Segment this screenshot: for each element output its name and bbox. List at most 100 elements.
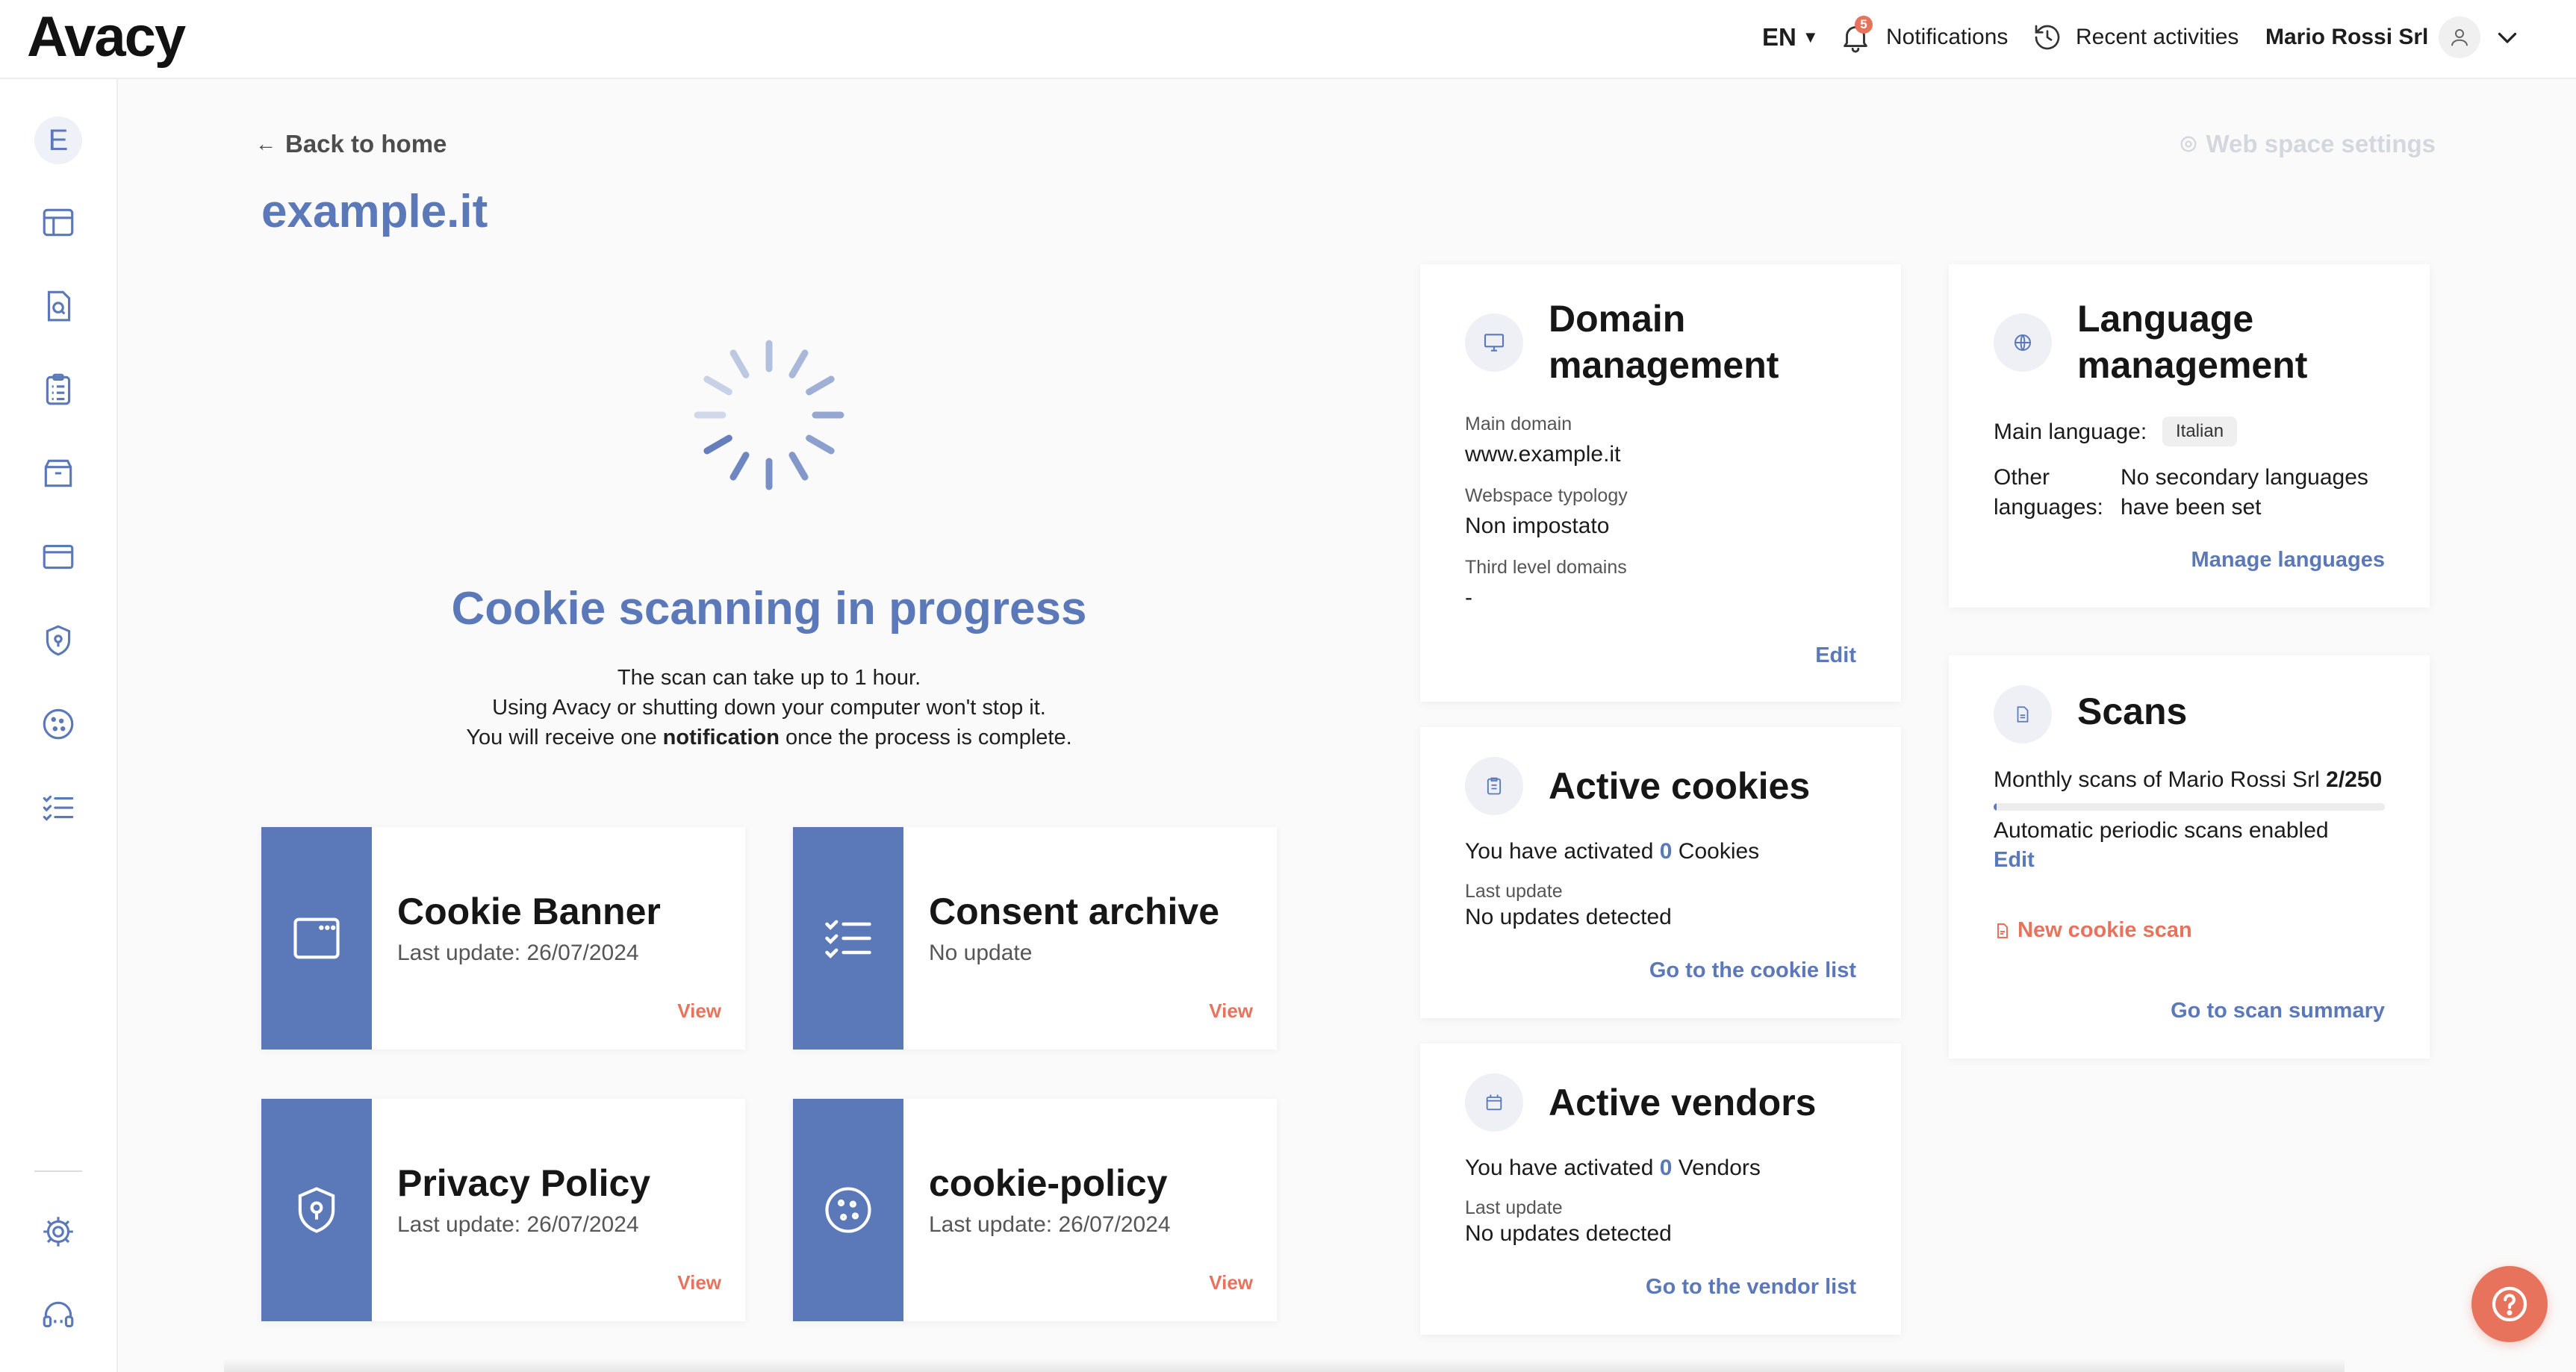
domain-management-card: Domain management Main domain www.exampl… xyxy=(1420,264,1901,702)
sidebar-item-dashboard[interactable] xyxy=(39,203,78,242)
shield-icon xyxy=(46,625,71,656)
cookie-list-link[interactable]: Go to the cookie list xyxy=(1649,958,1856,983)
monthly-scans-value: 2/250 xyxy=(2326,767,2383,792)
user-name[interactable]: Mario Rossi Srl xyxy=(2265,21,2428,54)
main-language-label: Main language: xyxy=(1994,420,2147,444)
chevron-down-icon[interactable] xyxy=(2494,24,2521,51)
view-link[interactable]: View xyxy=(677,1271,721,1294)
card-subtitle: Last update: 26/07/2024 xyxy=(397,941,639,965)
text: You have activated xyxy=(1465,839,1654,864)
other-languages-label: Other languages: xyxy=(1994,465,2103,520)
help-button[interactable] xyxy=(2471,1266,2548,1342)
scan-status-title: Cookie scanning in progress xyxy=(451,583,1087,634)
scan-message-line: The scan can take up to 1 hour. xyxy=(617,666,921,690)
spinner-tick xyxy=(703,375,732,396)
sidebar-item-box[interactable] xyxy=(39,454,78,493)
card-title: Active cookies xyxy=(1549,765,1811,807)
help-icon xyxy=(2492,1286,2527,1322)
sidebar-item-support[interactable] xyxy=(39,1296,78,1335)
periodic-scans-edit-link[interactable]: Edit xyxy=(1994,848,2035,873)
view-link[interactable]: View xyxy=(677,1000,721,1023)
cookie-policy-card[interactable]: cookie-policy Last update: 26/07/2024 Vi… xyxy=(793,1099,1277,1321)
card-title: cookie-policy xyxy=(929,1162,1168,1204)
main-language-value: Italian xyxy=(2162,417,2238,446)
scans-progress-bar xyxy=(1994,803,2385,811)
sidebar-divider xyxy=(34,1170,82,1172)
card-icon xyxy=(1994,314,2052,372)
sidebar-item-clipboard[interactable] xyxy=(39,370,78,409)
sidebar: E xyxy=(0,79,118,1372)
scan-status-message: The scan can take up to 1 hour. Using Av… xyxy=(261,663,1277,752)
vendor-list-link[interactable]: Go to the vendor list xyxy=(1646,1275,1856,1300)
main-language-chip: Italian xyxy=(2162,417,2238,446)
file-scan-icon xyxy=(1997,923,2008,938)
card-subtitle: Last update: 26/07/2024 xyxy=(397,1212,639,1237)
card-title: Active vendors xyxy=(1549,1082,1817,1123)
language-selector[interactable]: EN ▼ xyxy=(1762,21,1819,54)
spinner-tick xyxy=(703,434,732,455)
user-icon xyxy=(2451,29,2468,46)
spinner-tick xyxy=(788,452,809,481)
scan-message-text: once the process is complete. xyxy=(785,726,1072,749)
cookies-count: 0 xyxy=(1659,839,1673,864)
app-logo[interactable]: Avacy xyxy=(27,7,186,67)
back-to-home-link[interactable]: ← Back to home xyxy=(255,130,447,158)
card-icon xyxy=(1465,314,1523,372)
sidebar-item-privacy[interactable] xyxy=(39,621,78,660)
shield-icon xyxy=(298,1187,335,1233)
text: Vendors xyxy=(1678,1156,1761,1180)
clipboard-icon xyxy=(1487,777,1502,795)
view-link[interactable]: View xyxy=(1209,1271,1253,1294)
sidebar-item-consents[interactable] xyxy=(39,788,78,827)
page-bottom-shadow xyxy=(224,1359,2345,1372)
support-headset-icon xyxy=(43,1301,74,1328)
browser-window-icon xyxy=(43,544,74,570)
checklist-icon xyxy=(43,795,74,821)
card-icon xyxy=(1465,1073,1523,1132)
spinner-tick xyxy=(806,375,835,396)
gear-icon xyxy=(43,1217,73,1247)
new-cookie-scan-label: New cookie scan xyxy=(2017,918,2192,942)
consent-archive-card[interactable]: Consent archive No update View xyxy=(793,827,1277,1050)
cookie-banner-card[interactable]: Cookie Banner Last update: 26/07/2024 Vi… xyxy=(261,827,745,1050)
card-icon-strip xyxy=(261,1099,372,1321)
scans-card: Scans Monthly scans of Mario Rossi Srl 2… xyxy=(1949,655,2430,1058)
language-management-card: Language management Main language: Itali… xyxy=(1949,264,2430,608)
clipboard-list-icon xyxy=(46,373,71,405)
notifications-button[interactable]: 5 Notifications xyxy=(1838,16,2009,54)
web-space-settings-button[interactable]: Web space settings xyxy=(2178,130,2436,158)
new-cookie-scan-button[interactable]: New cookie scan xyxy=(1994,918,2192,943)
text: You have activated xyxy=(1465,1156,1654,1180)
monthly-scans-label: Monthly scans of Mario Rossi Srl xyxy=(1994,767,2320,792)
view-link[interactable]: View xyxy=(1209,1000,1253,1023)
last-update-value: No updates detected xyxy=(1465,1221,1672,1246)
notifications-label: Notifications xyxy=(1886,25,2009,49)
workspace-avatar[interactable]: E xyxy=(34,116,82,164)
sidebar-item-cookies[interactable] xyxy=(39,705,78,743)
recent-activities-label: Recent activities xyxy=(2076,25,2239,49)
domain-edit-link[interactable]: Edit xyxy=(1815,643,1856,668)
recent-activities-button[interactable]: Recent activities xyxy=(2032,21,2239,54)
spinner-tick xyxy=(788,349,809,378)
text: Cookies xyxy=(1678,839,1760,864)
card-subtitle: Last update: 26/07/2024 xyxy=(929,1212,1171,1237)
card-icon xyxy=(1465,757,1523,815)
sidebar-item-document-search[interactable] xyxy=(39,287,78,325)
scans-progress-fill xyxy=(1994,803,1997,811)
sidebar-item-banner[interactable] xyxy=(39,537,78,576)
periodic-scans-label: Automatic periodic scans enabled xyxy=(1994,818,2329,843)
typology-value: Non impostato xyxy=(1465,514,1610,538)
manage-languages-link[interactable]: Manage languages xyxy=(2191,548,2385,573)
vendors-activated-text: You have activated 0 Vendors xyxy=(1465,1156,1761,1181)
card-icon-strip xyxy=(793,827,903,1050)
loading-spinner-icon xyxy=(694,340,844,490)
active-cookies-card: Active cookies You have activated 0 Cook… xyxy=(1420,727,1901,1018)
sidebar-item-settings[interactable] xyxy=(39,1212,78,1251)
third-level-label: Third level domains xyxy=(1465,557,1627,578)
card-title: Domain management xyxy=(1549,298,1779,386)
card-icon-strip xyxy=(261,827,372,1050)
cookie-icon xyxy=(43,708,74,740)
avatar[interactable] xyxy=(2439,16,2480,58)
scan-summary-link[interactable]: Go to scan summary xyxy=(2171,999,2385,1023)
privacy-policy-card[interactable]: Privacy Policy Last update: 26/07/2024 V… xyxy=(261,1099,745,1321)
